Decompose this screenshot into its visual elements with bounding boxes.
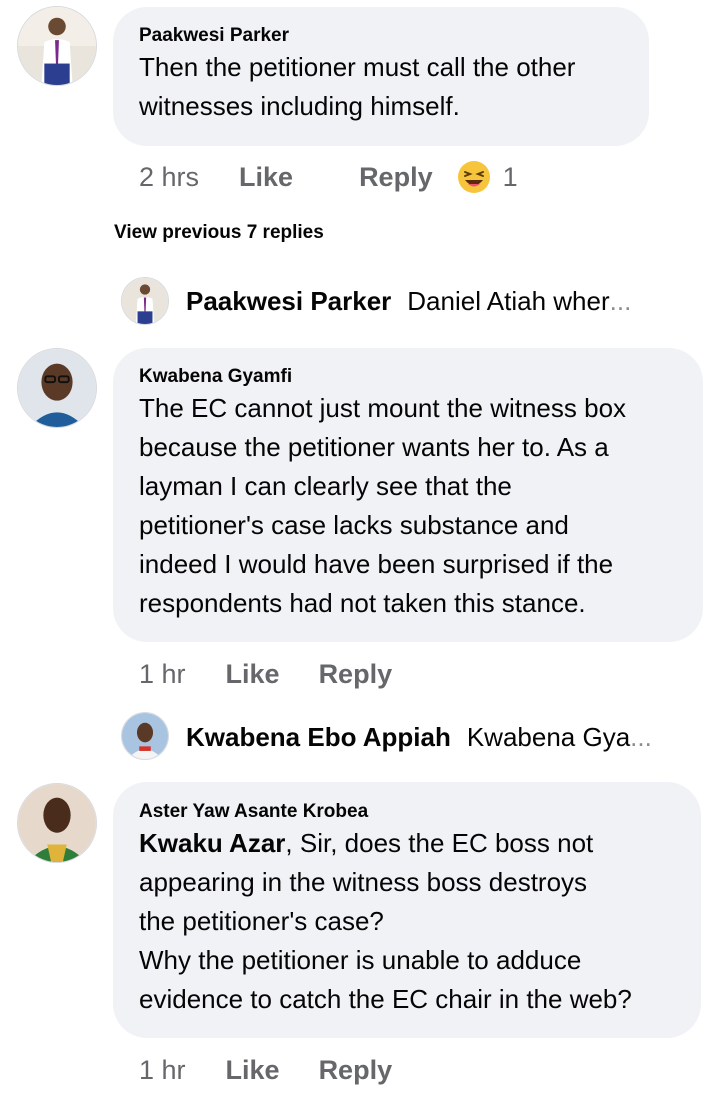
comment-text-line: because the petitioner wants her to. As …: [139, 432, 609, 462]
person-photo-icon: [18, 349, 96, 427]
avatar-paakwesi-parker[interactable]: [17, 6, 97, 86]
comment-text-line: appearing in the witness boss destroys: [139, 867, 588, 897]
avatar-paakwesi-parker-small[interactable]: [121, 277, 169, 325]
reply-preview-author[interactable]: Paakwesi Parker: [186, 286, 391, 317]
comment-text-line: Kwaku Azar, Sir, does the EC boss not: [139, 824, 675, 863]
comment-actions: 2 hrs Like Reply 1: [139, 157, 518, 197]
reply-button[interactable]: Reply: [359, 162, 433, 193]
avatar-kwabena-gyamfi[interactable]: [17, 348, 97, 428]
comment-text-line: Why the petitioner is unable to adduce: [139, 945, 582, 975]
comment-text-line: layman I can clearly see that the: [139, 471, 512, 501]
mention-link[interactable]: Kwaku Azar: [139, 828, 285, 858]
reply-preview[interactable]: Kwabena Ebo Appiah Kwabena Gya ...: [186, 722, 652, 753]
comment-text-line: Then the petitioner must call the other: [139, 52, 576, 82]
comment-text-line: the petitioner's case?: [139, 906, 384, 936]
comment-timestamp[interactable]: 2 hrs: [139, 162, 199, 193]
reply-preview-snippet: Kwabena Gya: [466, 722, 631, 752]
comment-text-line: witnesses including himself.: [139, 91, 460, 121]
comment-author[interactable]: Kwabena Gyamfi: [139, 365, 677, 389]
laughing-emoji-icon[interactable]: [457, 160, 491, 194]
like-button[interactable]: Like: [239, 162, 293, 193]
view-previous-replies-link[interactable]: View previous 7 replies: [114, 222, 324, 244]
person-photo-icon: [18, 7, 96, 85]
comment-text-line: petitioner's case lacks substance and: [139, 510, 569, 540]
person-photo-icon: [122, 278, 168, 324]
comment-actions: 1 hr Like Reply: [139, 654, 392, 694]
comment-bubble: Paakwesi Parker Then the petitioner must…: [113, 7, 649, 146]
comment-bubble: Kwabena Gyamfi The EC cannot just mount …: [113, 348, 703, 642]
reply-preview[interactable]: Paakwesi Parker Daniel Atiah wher ...: [186, 286, 631, 317]
like-button[interactable]: Like: [226, 659, 280, 690]
comment-text-line: The EC cannot just mount the witness box: [139, 393, 627, 423]
person-photo-icon: [122, 713, 168, 759]
comment-timestamp[interactable]: 1 hr: [139, 659, 186, 690]
comment-text-line: evidence to catch the EC chair in the we…: [139, 984, 632, 1014]
avatar-kwabena-ebo-appiah[interactable]: [121, 712, 169, 760]
reply-preview-ellipsis: ...: [609, 286, 632, 316]
comment-actions: 1 hr Like Reply: [139, 1050, 392, 1090]
comment-text-line: respondents had not taken this stance.: [139, 588, 586, 618]
avatar-aster-yaw-asante-krobea[interactable]: [17, 783, 97, 863]
comment-text-line: indeed I would have been surprised if th…: [139, 549, 614, 579]
reply-button[interactable]: Reply: [319, 1055, 393, 1086]
comment-author[interactable]: Aster Yaw Asante Krobea: [139, 800, 675, 824]
comment-bubble: Aster Yaw Asante Krobea Kwaku Azar, Sir,…: [113, 782, 701, 1038]
comment-author[interactable]: Paakwesi Parker: [139, 24, 623, 48]
person-photo-icon: [18, 784, 96, 862]
comment-text-fragment: , Sir, does the EC boss not: [285, 828, 594, 858]
like-button[interactable]: Like: [226, 1055, 280, 1086]
reply-button[interactable]: Reply: [319, 659, 393, 690]
reply-preview-author[interactable]: Kwabena Ebo Appiah: [186, 722, 451, 753]
reply-preview-snippet: Daniel Atiah wher: [407, 286, 610, 316]
reaction-count[interactable]: 1: [503, 162, 518, 193]
comment-timestamp[interactable]: 1 hr: [139, 1055, 186, 1086]
reply-preview-ellipsis: ...: [630, 722, 652, 752]
